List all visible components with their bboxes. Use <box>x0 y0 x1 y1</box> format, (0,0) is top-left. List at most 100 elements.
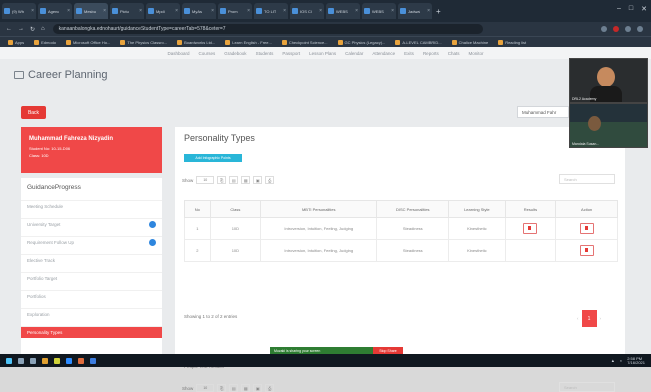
file-explorer-icon[interactable] <box>42 357 48 364</box>
sidebar-item-portfolio-target[interactable]: Portfolio Target <box>21 272 162 284</box>
browser-tab[interactable]: Pictu × <box>110 3 144 19</box>
bookmark-item[interactable]: The Physics Classro... <box>120 39 167 45</box>
bookmark-item[interactable]: Boardworks Ltd... <box>177 39 215 45</box>
sidebar-item-university-target[interactable]: University Target <box>21 218 162 230</box>
search-input[interactable]: Search <box>559 174 615 184</box>
back-arrow-icon[interactable]: ← <box>6 26 12 32</box>
entries-select[interactable]: 10 <box>196 384 215 392</box>
topnav-item[interactable]: Exits <box>404 51 414 56</box>
sidebar-item-portfolios[interactable]: Portfolios <box>21 290 162 302</box>
tab-close-icon[interactable]: × <box>31 8 34 14</box>
people-test-search-input[interactable]: Search <box>559 382 615 392</box>
column-header[interactable]: Action <box>555 200 618 218</box>
sidebar-item-personality-types[interactable]: Personality Types <box>21 326 162 338</box>
column-header[interactable]: Results <box>504 200 557 218</box>
topnav-item[interactable]: Dashboard <box>168 51 190 56</box>
bookmark-item[interactable]: Microsoft Office Ho... <box>66 39 110 45</box>
tab-close-icon[interactable]: × <box>355 8 358 14</box>
delete-icon[interactable] <box>579 223 594 234</box>
topnav-item[interactable]: Gradebook <box>224 51 246 56</box>
browser-tab[interactable]: Mpdi × <box>146 3 180 19</box>
topnav-item[interactable]: Calendar <box>345 51 363 56</box>
browser-tab[interactable]: TO LIT × <box>254 3 288 19</box>
network-icon[interactable]: ▲ <box>611 358 615 363</box>
bookmark-item[interactable]: Chalice Machine <box>451 39 488 45</box>
delete-icon[interactable] <box>579 245 594 256</box>
reload-icon[interactable]: ↻ <box>30 26 35 33</box>
column-header[interactable]: Class <box>209 200 262 218</box>
topnav-item[interactable]: Reports <box>423 51 439 56</box>
bookmark-item[interactable]: Edmodo <box>34 39 56 45</box>
topnav-item[interactable]: Attendance <box>372 51 395 56</box>
sidebar-item-meeting-schedule[interactable]: Meeting Schedule <box>21 200 162 212</box>
word-icon[interactable] <box>90 357 96 364</box>
zoom-icon[interactable] <box>66 357 72 364</box>
minimize-icon[interactable]: – <box>617 5 621 13</box>
column-header[interactable]: Learning Style <box>448 200 506 218</box>
url-input[interactable]: kanaanbalongka.ednohaurt/guidanceStudent… <box>52 24 483 34</box>
record-extension-icon[interactable] <box>613 26 619 32</box>
pdf-icon[interactable]: ▣ <box>253 176 263 184</box>
topnav-item[interactable]: Monitor <box>468 51 483 56</box>
tab-close-icon[interactable]: × <box>175 8 178 14</box>
tab-close-icon[interactable]: × <box>391 8 394 14</box>
tab-close-icon[interactable]: × <box>211 8 214 14</box>
column-header[interactable]: MBTI Personalities <box>260 200 378 218</box>
topnav-item[interactable]: Courses <box>199 51 216 56</box>
extension-icon[interactable] <box>625 26 631 32</box>
video-tile-participant[interactable]: Mandala Susan... <box>569 103 648 148</box>
tab-close-icon[interactable]: × <box>283 8 286 14</box>
home-icon[interactable]: ⌂ <box>41 26 45 32</box>
bookmark-item[interactable]: Checkpoint Science... <box>281 39 328 45</box>
bookmark-item[interactable]: GC Physics (Legacy)... <box>337 39 385 45</box>
sidebar-item-elective-track[interactable]: Elective Track <box>21 254 162 266</box>
pagination-previous-icon[interactable]: ‹ <box>577 316 579 321</box>
bookmark-item[interactable]: Reading list <box>498 39 526 45</box>
add-infographic-button[interactable]: Add Infographic Points <box>184 154 242 162</box>
close-window-icon[interactable]: ✕ <box>641 5 647 13</box>
windows-start-icon[interactable] <box>6 357 12 364</box>
browser-tab[interactable]: Mesbu × <box>74 3 108 19</box>
browser-tab[interactable]: Agenc × <box>38 3 72 19</box>
pdf-result-icon[interactable] <box>523 223 538 234</box>
topnav-item[interactable]: Lesson Plans <box>309 51 336 56</box>
browser-tab[interactable]: (9) Wh × <box>2 3 36 19</box>
profile-icon[interactable] <box>637 26 643 32</box>
print-icon[interactable]: ⎙ <box>265 176 275 184</box>
column-header[interactable]: DISC Personalities <box>376 200 450 218</box>
clock[interactable]: 2:58 PM 7/16/2021 <box>627 356 645 365</box>
column-header[interactable]: No <box>184 200 211 218</box>
new-tab-icon[interactable]: + <box>436 7 441 16</box>
tab-close-icon[interactable]: × <box>139 8 142 14</box>
video-tile-host[interactable]: DRL2 Academy <box>569 58 648 103</box>
csv-icon[interactable]: ▤ <box>229 176 239 184</box>
excel-icon[interactable]: ▦ <box>241 384 251 392</box>
extension-icon[interactable] <box>601 26 607 32</box>
tab-close-icon[interactable]: × <box>103 8 106 14</box>
browser-tab[interactable]: IOS Cl × <box>290 3 324 19</box>
bookmark-item[interactable]: Learn English - Free... <box>225 39 272 45</box>
pagination-page[interactable]: 1 <box>581 310 597 327</box>
topnav-item[interactable]: Chats <box>448 51 460 56</box>
volume-icon[interactable]: ◖ <box>620 358 622 363</box>
csv-icon[interactable]: ▤ <box>229 384 239 392</box>
task-view-icon[interactable] <box>30 357 36 364</box>
back-button[interactable]: Back <box>21 106 46 119</box>
student-select[interactable]: Muhammad Fahr <box>517 106 569 118</box>
topnav-item[interactable]: Passport <box>282 51 300 56</box>
sidebar-item-exploration[interactable]: Exploration <box>21 308 162 320</box>
browser-tab[interactable]: MyAs × <box>182 3 216 19</box>
excel-icon[interactable]: ▦ <box>241 176 251 184</box>
entries-select[interactable]: 10 <box>196 176 215 184</box>
copy-icon[interactable]: ⎘ <box>217 176 227 184</box>
forward-arrow-icon[interactable]: → <box>18 26 24 32</box>
browser-tab[interactable]: WEBS × <box>362 3 396 19</box>
bookmark-item[interactable]: Apps <box>8 39 24 45</box>
tab-close-icon[interactable]: × <box>319 8 322 14</box>
pagination-next-icon[interactable]: › <box>600 316 602 321</box>
print-icon[interactable]: ⎙ <box>265 384 275 392</box>
pdf-icon[interactable]: ▣ <box>253 384 263 392</box>
search-icon[interactable] <box>18 357 24 364</box>
maximize-icon[interactable]: □ <box>629 5 633 13</box>
bookmark-item[interactable]: A-LEVEL CAMBRID... <box>395 39 442 45</box>
